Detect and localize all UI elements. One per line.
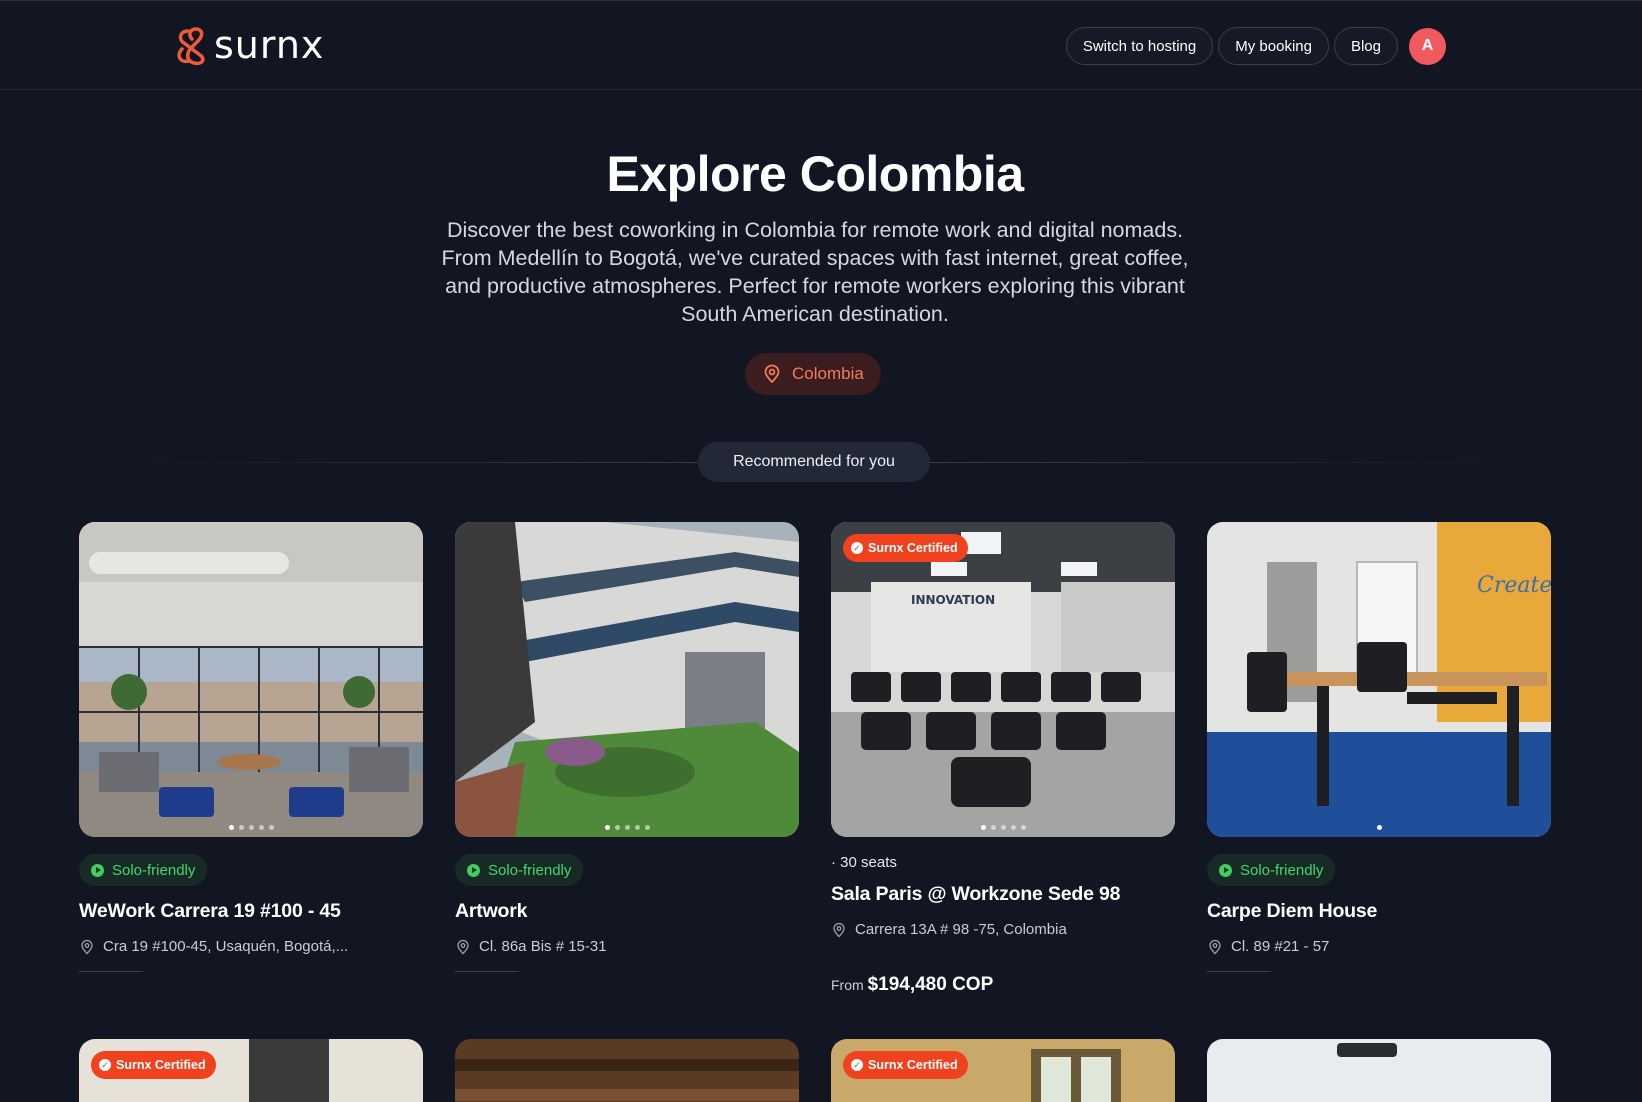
top-navigation-bar: surnx Switch to hosting My booking Blog … bbox=[0, 0, 1642, 90]
switch-to-hosting-button[interactable]: Switch to hosting bbox=[1065, 27, 1214, 65]
location-pin-icon bbox=[764, 364, 780, 384]
check-circle-icon: ✓ bbox=[851, 1059, 863, 1071]
carousel-dots[interactable] bbox=[79, 825, 423, 830]
lounge-photo-image bbox=[79, 522, 423, 837]
location-pin-icon bbox=[1209, 939, 1221, 954]
listing-address: Cl. 89 #21 - 57 bbox=[1207, 938, 1551, 955]
listing-photo[interactable]: Create bbox=[1207, 522, 1551, 837]
listing-address: Cl. 86a Bis # 15-31 bbox=[455, 938, 799, 955]
certified-label: Surnx Certified bbox=[868, 541, 958, 555]
solo-friendly-label: Solo-friendly bbox=[488, 861, 572, 879]
solo-friendly-label: Solo-friendly bbox=[112, 861, 196, 879]
logo-text: surnx bbox=[214, 23, 325, 67]
listing-address-text: Cra 19 #100-45, Usaquén, Bogotá,... bbox=[103, 938, 349, 955]
office-photo-image: Create bbox=[1207, 522, 1551, 837]
listing-card[interactable]: Solo-friendly WeWork Carrera 19 #100 - 4… bbox=[79, 522, 423, 972]
surnx-certified-badge: ✓ Surnx Certified bbox=[843, 534, 968, 562]
wall-sign-icon: INNOVATION bbox=[911, 593, 995, 607]
play-circle-icon bbox=[91, 863, 104, 877]
listing-card[interactable] bbox=[1207, 1039, 1551, 1102]
building-photo-image bbox=[455, 522, 799, 837]
listing-photo[interactable]: ✓ Surnx Certified bbox=[831, 1039, 1175, 1102]
surnx-certified-badge: ✓ Surnx Certified bbox=[91, 1051, 216, 1079]
solo-friendly-badge: Solo-friendly bbox=[1207, 854, 1336, 886]
listing-card[interactable]: ✓ Surnx Certified bbox=[79, 1039, 423, 1102]
wall-lettering-icon: Create bbox=[1477, 573, 1551, 598]
certified-label: Surnx Certified bbox=[868, 1058, 958, 1072]
listing-card[interactable]: ✓ Surnx Certified bbox=[831, 1039, 1175, 1102]
listing-card[interactable] bbox=[455, 1039, 799, 1102]
check-circle-icon: ✓ bbox=[99, 1059, 111, 1071]
page-title: Explore Colombia bbox=[606, 146, 1024, 202]
listing-title[interactable]: Sala Paris @ Workzone Sede 98 bbox=[831, 883, 1175, 906]
play-circle-icon bbox=[467, 863, 480, 877]
listing-card[interactable]: Solo-friendly Artwork Cl. 86a Bis # 15-3… bbox=[455, 522, 799, 972]
listing-address: Cra 19 #100-45, Usaquén, Bogotá,... bbox=[79, 938, 423, 955]
listing-photo[interactable] bbox=[455, 522, 799, 837]
carousel-dots[interactable] bbox=[831, 825, 1175, 830]
wood-ceiling-photo-image bbox=[455, 1039, 799, 1102]
section-divider-right bbox=[930, 462, 1530, 463]
seat-count: · 30 seats bbox=[831, 854, 897, 871]
card-divider bbox=[79, 971, 143, 972]
listing-address-text: Cl. 86a Bis # 15-31 bbox=[479, 938, 607, 955]
listing-address: Carrera 13A # 98 -75, Colombia bbox=[831, 921, 1175, 938]
play-circle-icon bbox=[1219, 863, 1232, 877]
listing-photo[interactable]: INNOVATION ✓ Surnx Certified bbox=[831, 522, 1175, 837]
surnx-logo[interactable]: surnx bbox=[174, 21, 324, 69]
section-divider-left bbox=[100, 462, 700, 463]
listing-photo[interactable]: ✓ Surnx Certified bbox=[79, 1039, 423, 1102]
location-pin-icon bbox=[833, 922, 845, 937]
avatar[interactable]: A bbox=[1409, 27, 1446, 65]
price-prefix: From bbox=[831, 977, 864, 993]
carousel-dots[interactable] bbox=[1207, 825, 1551, 830]
listing-photo[interactable] bbox=[1207, 1039, 1551, 1102]
page-description: Discover the best coworking in Colombia … bbox=[441, 218, 1189, 326]
logo-mark-icon bbox=[177, 27, 205, 65]
listing-photo[interactable] bbox=[79, 522, 423, 837]
listing-photo[interactable] bbox=[455, 1039, 799, 1102]
card-divider bbox=[1207, 971, 1271, 972]
listing-card[interactable]: INNOVATION ✓ Surnx Certified · 30 seats S… bbox=[831, 522, 1175, 996]
certified-label: Surnx Certified bbox=[116, 1058, 206, 1072]
listing-title[interactable]: WeWork Carrera 19 #100 - 45 bbox=[79, 900, 423, 923]
blog-button[interactable]: Blog bbox=[1333, 27, 1398, 65]
location-chip-label: Colombia bbox=[792, 364, 864, 383]
check-circle-icon: ✓ bbox=[851, 542, 863, 554]
location-pin-icon bbox=[457, 939, 469, 954]
solo-friendly-badge: Solo-friendly bbox=[455, 854, 584, 886]
listing-price: From $194,480 COP bbox=[831, 974, 1175, 996]
header-nav: Switch to hosting My booking Blog A bbox=[1065, 27, 1446, 65]
solo-friendly-badge: Solo-friendly bbox=[79, 854, 208, 886]
card-divider bbox=[455, 971, 519, 972]
listing-card[interactable]: Create Solo-friendly Carpe Diem House Cl… bbox=[1207, 522, 1551, 972]
location-pin-icon bbox=[81, 939, 93, 954]
carousel-dots[interactable] bbox=[455, 825, 799, 830]
listing-address-text: Cl. 89 #21 - 57 bbox=[1231, 938, 1330, 955]
listing-address-text: Carrera 13A # 98 -75, Colombia bbox=[855, 921, 1067, 938]
section-heading: Recommended for you bbox=[698, 442, 930, 482]
projector-room-photo-image bbox=[1207, 1039, 1551, 1102]
my-booking-button[interactable]: My booking bbox=[1218, 27, 1329, 65]
listing-title[interactable]: Carpe Diem House bbox=[1207, 900, 1551, 923]
price-value: $194,480 COP bbox=[867, 974, 994, 995]
solo-friendly-label: Solo-friendly bbox=[1240, 861, 1324, 879]
location-chip[interactable]: Colombia bbox=[745, 353, 881, 395]
listing-title[interactable]: Artwork bbox=[455, 900, 799, 923]
meeting-room-photo-image: INNOVATION bbox=[831, 522, 1175, 837]
surnx-certified-badge: ✓ Surnx Certified bbox=[843, 1051, 968, 1079]
